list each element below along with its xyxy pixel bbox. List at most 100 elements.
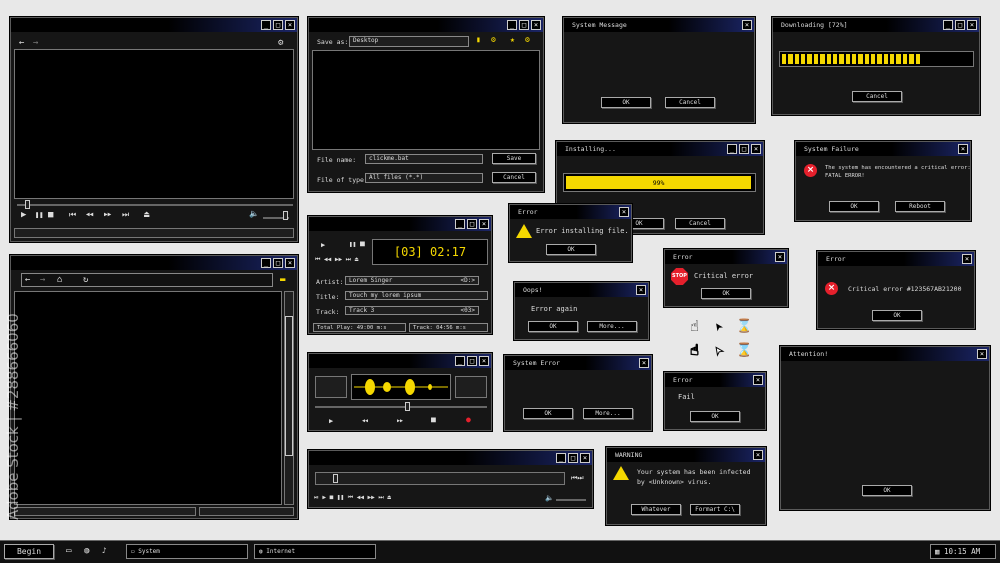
seek-knob[interactable] xyxy=(405,402,410,411)
music-icon[interactable]: ♪ xyxy=(102,546,107,556)
back-arrow-icon[interactable]: ← xyxy=(19,38,24,48)
seek-knob[interactable] xyxy=(333,474,338,483)
ok-button[interactable]: OK xyxy=(862,485,912,496)
gear-icon[interactable]: ⚙ xyxy=(278,38,283,48)
close-button[interactable]: × xyxy=(619,207,629,217)
play-icon[interactable]: ▶ xyxy=(21,210,26,220)
gear-icon[interactable]: ⚙ xyxy=(525,35,530,45)
taskbar-item-internet[interactable]: ◍ Internet xyxy=(254,544,376,559)
pause-icon[interactable]: ❚❚ xyxy=(35,210,43,220)
star-icon[interactable]: ★ xyxy=(510,35,515,45)
skip-icon[interactable]: ⏮⏭ xyxy=(571,473,584,483)
taskbar-item-system[interactable]: ▭ System xyxy=(126,544,248,559)
close-button[interactable]: × xyxy=(775,252,785,262)
save-button[interactable]: Save xyxy=(492,153,536,164)
minimize-button[interactable]: _ xyxy=(727,144,737,154)
minimize-button[interactable]: _ xyxy=(507,20,517,30)
transport-controls-icon[interactable]: ⏯ ▶ ■ ❚❚ ⏮ ◀◀ ▶▶ ⏭ ⏏ xyxy=(314,493,391,503)
volume-icon[interactable]: 🔈 xyxy=(249,209,259,219)
home-icon[interactable]: ⌂ xyxy=(57,275,62,285)
ok-button[interactable]: OK xyxy=(523,408,573,419)
volume-track[interactable] xyxy=(556,499,586,501)
eject-icon[interactable]: ⏏ xyxy=(144,210,149,220)
close-button[interactable]: × xyxy=(977,349,987,359)
forward-arrow-icon[interactable]: → xyxy=(33,38,38,48)
close-button[interactable]: × xyxy=(531,20,541,30)
fast-forward-icon[interactable]: ▶▶ xyxy=(397,416,403,426)
title-field[interactable]: Touch my lorem ipsum xyxy=(345,291,488,300)
maximize-button[interactable]: □ xyxy=(519,20,529,30)
cancel-button[interactable]: Cancel xyxy=(665,97,715,108)
close-button[interactable]: × xyxy=(742,20,752,30)
close-button[interactable]: × xyxy=(639,358,649,368)
close-button[interactable]: × xyxy=(580,453,590,463)
maximize-button[interactable]: □ xyxy=(467,356,477,366)
close-button[interactable]: × xyxy=(285,20,295,30)
maximize-button[interactable]: □ xyxy=(273,258,283,268)
format-button[interactable]: Formart C:\ xyxy=(690,504,740,515)
ok-button[interactable]: OK xyxy=(528,321,578,332)
minimize-button[interactable]: _ xyxy=(943,20,953,30)
seek-track[interactable] xyxy=(315,406,487,408)
prev-icon[interactable]: ⏮ ◀◀ ▶▶ ⏭ ⏏ xyxy=(315,255,358,265)
close-button[interactable]: × xyxy=(753,375,763,385)
pause-icon[interactable]: ❚❚ xyxy=(349,240,356,250)
cancel-button[interactable]: Cancel xyxy=(492,172,536,183)
close-button[interactable]: × xyxy=(962,254,972,264)
ok-button[interactable]: OK xyxy=(690,411,740,422)
play-icon[interactable]: ▶ xyxy=(329,416,333,426)
save-as-field[interactable]: Desktop xyxy=(349,36,469,47)
close-button[interactable]: × xyxy=(479,219,489,229)
ok-button[interactable]: OK xyxy=(601,97,651,108)
cancel-button[interactable]: Cancel xyxy=(675,218,725,229)
folder-icon[interactable]: ▭ xyxy=(66,546,71,556)
globe-icon[interactable]: ◍ xyxy=(84,546,89,556)
maximize-button[interactable]: □ xyxy=(467,219,477,229)
ok-button[interactable]: OK xyxy=(701,288,751,299)
seek-track[interactable] xyxy=(17,204,293,206)
fast-forward-icon[interactable]: ▶▶ xyxy=(104,210,111,220)
forward-arrow-icon[interactable]: → xyxy=(40,275,45,285)
close-button[interactable]: × xyxy=(636,285,646,295)
ok-button[interactable]: OK xyxy=(872,310,922,321)
whatever-button[interactable]: Whatever xyxy=(631,504,681,515)
refresh-icon[interactable]: ↻ xyxy=(83,275,88,285)
minimize-button[interactable]: _ xyxy=(455,356,465,366)
file-type-select[interactable]: All files (*.*) xyxy=(365,173,483,183)
seek-bar[interactable] xyxy=(315,472,565,485)
stop-icon[interactable]: ■ xyxy=(48,210,53,220)
settings-icon[interactable]: ⚙ xyxy=(491,35,496,45)
system-tray-clock[interactable]: ▦ 10:15 AM xyxy=(930,544,996,559)
folder-icon[interactable]: ▮ xyxy=(476,35,481,45)
track-field[interactable]: Track 3 <03> xyxy=(345,306,479,315)
close-button[interactable]: × xyxy=(967,20,977,30)
volume-icon[interactable]: 🔈 xyxy=(545,493,554,503)
prev-icon[interactable]: ⏮ xyxy=(69,210,76,220)
maximize-button[interactable]: □ xyxy=(739,144,749,154)
scrollbar-thumb[interactable] xyxy=(285,316,293,456)
more-button[interactable]: More... xyxy=(587,321,637,332)
minimize-button[interactable]: _ xyxy=(261,20,271,30)
back-arrow-icon[interactable]: ← xyxy=(25,275,30,285)
file-name-input[interactable]: clickme.bat xyxy=(365,154,483,164)
record-icon[interactable]: ● xyxy=(466,415,471,425)
rewind-icon[interactable]: ◀◀ xyxy=(362,416,368,426)
close-button[interactable]: × xyxy=(751,144,761,154)
stop-icon[interactable]: ■ xyxy=(431,415,436,425)
rewind-icon[interactable]: ◀◀ xyxy=(86,210,93,220)
cancel-button[interactable]: Cancel xyxy=(852,91,902,102)
ok-button[interactable]: OK xyxy=(546,244,596,255)
next-icon[interactable]: ⏭ xyxy=(122,210,129,220)
reboot-button[interactable]: Reboot xyxy=(895,201,945,212)
close-button[interactable]: × xyxy=(479,356,489,366)
volume-knob[interactable] xyxy=(283,211,288,220)
minimize-button[interactable]: _ xyxy=(455,219,465,229)
begin-button[interactable]: Begin xyxy=(4,544,54,559)
maximize-button[interactable]: □ xyxy=(273,20,283,30)
close-button[interactable]: × xyxy=(753,450,763,460)
stop-icon[interactable]: ■ xyxy=(360,239,365,249)
minimize-button[interactable]: _ xyxy=(556,453,566,463)
maximize-button[interactable]: □ xyxy=(955,20,965,30)
play-icon[interactable]: ▶ xyxy=(321,240,325,250)
maximize-button[interactable]: □ xyxy=(568,453,578,463)
